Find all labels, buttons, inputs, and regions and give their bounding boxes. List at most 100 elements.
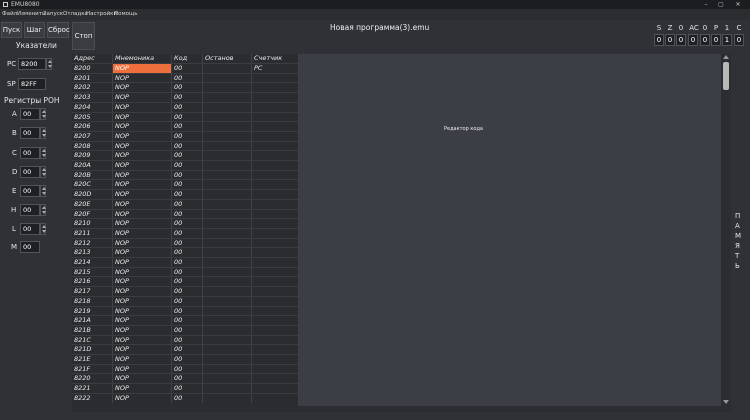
header-code[interactable]: Код xyxy=(172,54,203,63)
cell-code[interactable]: 00 xyxy=(172,345,203,355)
menu-run[interactable]: Запуск xyxy=(43,9,63,20)
cell-counter[interactable] xyxy=(252,93,298,102)
cell-breakpoint[interactable] xyxy=(203,199,252,209)
register-a-field[interactable]: 00 xyxy=(20,108,40,120)
sp-field[interactable]: 82FF xyxy=(18,78,46,90)
cell-addr[interactable]: 8218 xyxy=(72,296,113,306)
cell-breakpoint[interactable] xyxy=(203,83,252,93)
cell-mnemonic[interactable]: NOP xyxy=(113,258,172,267)
cell-counter[interactable] xyxy=(252,180,298,189)
table-row[interactable]: 820D NOP 00 xyxy=(72,189,298,200)
cell-code[interactable]: 00 xyxy=(172,364,203,374)
flag-0b-value[interactable]: 0 xyxy=(700,34,710,46)
table-row[interactable]: 8217 NOP 00 xyxy=(72,286,298,297)
cell-addr[interactable]: 8220 xyxy=(72,374,113,384)
cell-breakpoint[interactable] xyxy=(203,102,252,112)
cell-mnemonic[interactable]: NOP xyxy=(113,306,172,316)
cell-breakpoint[interactable] xyxy=(203,219,252,229)
register-c-field[interactable]: 00 xyxy=(20,147,40,159)
cell-addr[interactable]: 821D xyxy=(72,345,113,355)
register-d-field[interactable]: 00 xyxy=(20,166,40,178)
cell-addr[interactable]: 8209 xyxy=(72,151,113,161)
table-row[interactable]: 8203 NOP 00 xyxy=(72,92,298,103)
cell-breakpoint[interactable] xyxy=(203,180,252,190)
cell-mnemonic[interactable]: NOP xyxy=(113,64,172,73)
cell-mnemonic[interactable]: NOP xyxy=(113,180,172,190)
cell-addr[interactable]: 820E xyxy=(72,199,113,209)
cell-breakpoint[interactable] xyxy=(203,335,252,345)
cell-code[interactable]: 00 xyxy=(172,258,203,267)
cell-code[interactable]: 00 xyxy=(172,384,203,394)
cell-addr[interactable]: 820A xyxy=(72,161,113,170)
table-row[interactable]: 8205 NOP 00 xyxy=(72,111,298,122)
cell-code[interactable]: 00 xyxy=(172,209,203,219)
table-row[interactable]: 8207 NOP 00 xyxy=(72,130,298,141)
register-l-spinner[interactable] xyxy=(40,223,46,235)
cell-mnemonic[interactable]: NOP xyxy=(113,199,172,209)
cell-mnemonic[interactable]: NOP xyxy=(113,384,172,394)
table-row[interactable]: 8202 NOP 00 xyxy=(72,82,298,93)
cell-mnemonic[interactable]: NOP xyxy=(113,83,172,93)
cell-addr[interactable]: 8221 xyxy=(72,384,113,394)
table-row[interactable]: 821C NOP 00 xyxy=(72,334,298,345)
cell-addr[interactable]: 8206 xyxy=(72,122,113,132)
table-row[interactable]: 821A NOP 00 xyxy=(72,315,298,326)
cell-mnemonic[interactable]: NOP xyxy=(113,316,172,326)
cell-counter[interactable]: PC xyxy=(252,64,298,73)
cell-breakpoint[interactable] xyxy=(203,131,252,141)
cell-addr[interactable]: 821F xyxy=(72,364,113,374)
cell-addr[interactable]: 8212 xyxy=(72,238,113,248)
menu-settings[interactable]: Настройки xyxy=(86,9,117,20)
table-row[interactable]: 821F NOP 00 xyxy=(72,363,298,374)
flag-z-value[interactable]: 0 xyxy=(665,34,675,46)
maximize-button[interactable]: ▢ xyxy=(715,0,727,9)
cell-counter[interactable] xyxy=(252,132,298,141)
cell-code[interactable]: 00 xyxy=(172,190,203,200)
cell-addr[interactable]: 8215 xyxy=(72,267,113,277)
cell-counter[interactable] xyxy=(252,74,298,83)
cell-addr[interactable]: 821E xyxy=(72,355,113,364)
cell-code[interactable]: 00 xyxy=(172,112,203,122)
cell-code[interactable]: 00 xyxy=(172,93,203,103)
cell-mnemonic[interactable]: NOP xyxy=(113,325,172,335)
cell-mnemonic[interactable]: NOP xyxy=(113,335,172,345)
cell-breakpoint[interactable] xyxy=(203,325,252,335)
cell-mnemonic[interactable]: NOP xyxy=(113,345,172,355)
cell-code[interactable]: 00 xyxy=(172,238,203,248)
cell-breakpoint[interactable] xyxy=(203,384,252,394)
cell-breakpoint[interactable] xyxy=(203,228,252,238)
table-row[interactable]: 821D NOP 00 xyxy=(72,344,298,355)
cell-breakpoint[interactable] xyxy=(203,364,252,374)
cell-counter[interactable] xyxy=(252,239,298,248)
cell-addr[interactable]: 821A xyxy=(72,316,113,326)
cell-code[interactable]: 00 xyxy=(172,219,203,229)
reset-button[interactable]: Сброс xyxy=(47,22,70,38)
cell-code[interactable]: 00 xyxy=(172,287,203,297)
cell-mnemonic[interactable]: NOP xyxy=(113,102,172,112)
cell-breakpoint[interactable] xyxy=(203,296,252,306)
cell-breakpoint[interactable] xyxy=(203,287,252,297)
table-row[interactable]: 8209 NOP 00 xyxy=(72,150,298,161)
cell-counter[interactable] xyxy=(252,142,298,151)
cell-mnemonic[interactable]: NOP xyxy=(113,296,172,306)
cell-breakpoint[interactable] xyxy=(203,161,252,170)
cell-mnemonic[interactable]: NOP xyxy=(113,209,172,219)
register-c-spinner[interactable] xyxy=(40,147,46,159)
cell-breakpoint[interactable] xyxy=(203,345,252,355)
cell-mnemonic[interactable]: NOP xyxy=(113,228,172,238)
cell-code[interactable]: 00 xyxy=(172,248,203,258)
register-l-field[interactable]: 00 xyxy=(20,223,40,235)
cell-code[interactable]: 00 xyxy=(172,228,203,238)
cell-breakpoint[interactable] xyxy=(203,190,252,200)
cell-counter[interactable] xyxy=(252,200,298,209)
flag-ac-value[interactable]: 0 xyxy=(688,34,698,46)
flag-0a-value[interactable]: 0 xyxy=(676,34,686,46)
cell-code[interactable]: 00 xyxy=(172,325,203,335)
menu-help[interactable]: Помощь xyxy=(114,9,137,20)
cell-breakpoint[interactable] xyxy=(203,277,252,287)
cell-addr[interactable]: 8213 xyxy=(72,248,113,258)
cell-code[interactable]: 00 xyxy=(172,335,203,345)
cell-breakpoint[interactable] xyxy=(203,374,252,384)
register-d-spinner[interactable] xyxy=(40,166,46,178)
memory-panel-toggle[interactable]: П А М Я Т Ь xyxy=(732,54,746,406)
